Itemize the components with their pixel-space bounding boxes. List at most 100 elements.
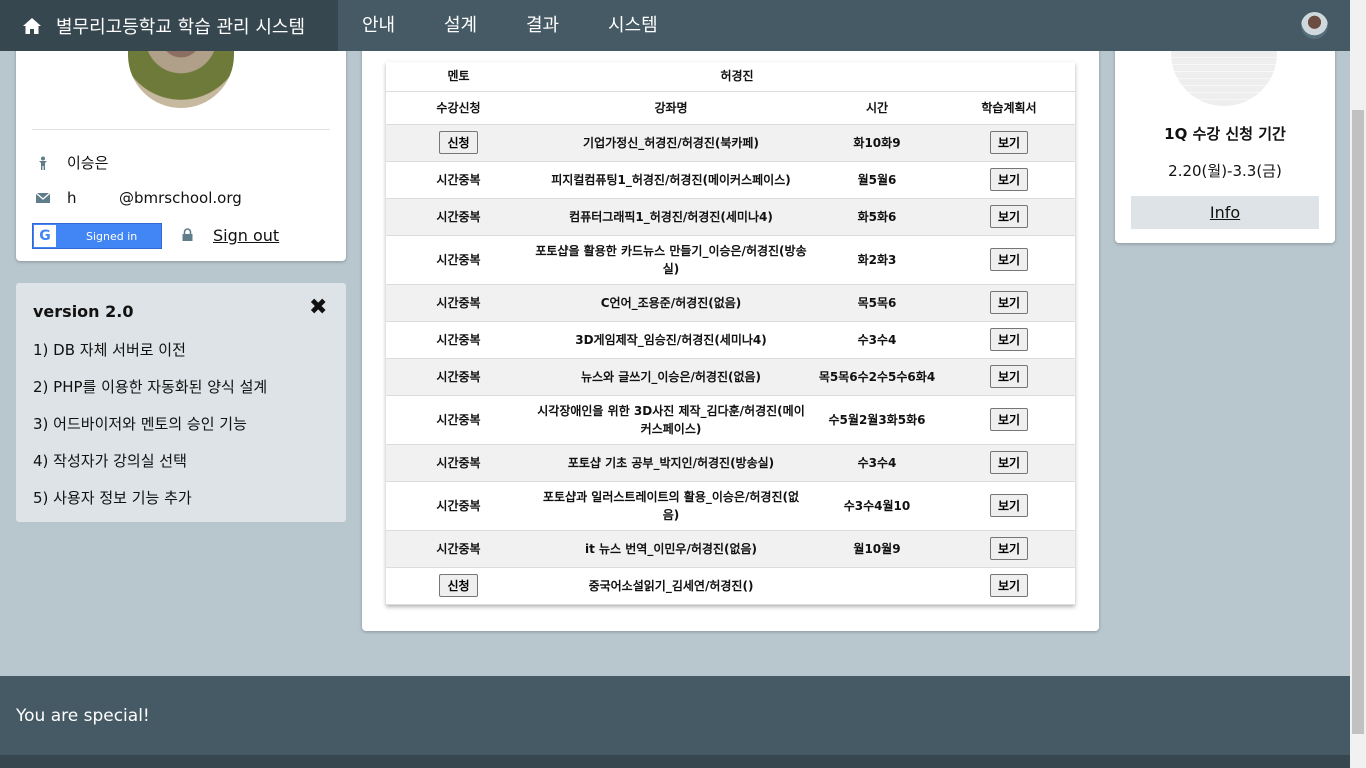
google-icon: G <box>34 225 56 247</box>
nav-item-system[interactable]: 시스템 <box>608 0 658 51</box>
view-plan-button[interactable]: 보기 <box>989 537 1029 560</box>
mentor-label: 멘토 <box>386 62 531 92</box>
course-time: 월10월9 <box>811 530 943 568</box>
view-plan-button[interactable]: 보기 <box>989 408 1029 431</box>
table-row: 신청 중국어소설읽기_김세연/허경진() 보기 <box>386 567 1075 605</box>
home-icon <box>23 17 41 34</box>
profile-email-local: h <box>67 189 77 207</box>
course-name: 중국어소설읽기_김세연/허경진() <box>531 567 811 605</box>
course-time: 수5월2월3화5화6 <box>811 395 943 445</box>
version-item: 3) 어드바이저와 멘토의 승인 기능 <box>33 415 247 433</box>
course-name: 포토샵 기초 공부_박지인/허경진(방송실) <box>531 444 811 482</box>
nav-item-results[interactable]: 결과 <box>526 0 559 51</box>
enrollment-period-card: 1Q 수강 신청 기간 2.20(월)-3.3(금) Info <box>1115 20 1335 243</box>
course-name: 포토샵을 활용한 카드뉴스 만들기_이승은/허경진(방송실) <box>531 235 811 285</box>
table-row: 시간중복 피지컬컴퓨팅1_허경진/허경진(메이커스페이스) 월5월6 보기 <box>386 161 1075 199</box>
profile-email-domain: @bmrschool.org <box>119 189 242 207</box>
version-item: 1) DB 자체 서버로 이전 <box>33 341 186 359</box>
table-row: 시간중복 뉴스와 글쓰기_이승은/허경진(없음) 목5목6수2수5수6화4 보기 <box>386 358 1075 396</box>
table-row: 시간중복 포토샵 기초 공부_박지인/허경진(방송실) 수3수4 보기 <box>386 444 1075 482</box>
version-title: version 2.0 <box>33 302 134 321</box>
enroll-button[interactable]: 신청 <box>439 131 478 154</box>
enroll-button[interactable]: 신청 <box>439 574 478 597</box>
profile-card: 이승은 h @bmrschool.org G Signed in Sign ou… <box>16 20 346 261</box>
view-plan-button[interactable]: 보기 <box>989 131 1029 154</box>
person-icon <box>39 156 47 170</box>
course-time <box>811 567 943 605</box>
course-name: 피지컬컴퓨팅1_허경진/허경진(메이커스페이스) <box>531 161 811 199</box>
course-name: it 뉴스 번역_이민우/허경진(없음) <box>531 530 811 568</box>
brand-title: 별무리고등학교 학습 관리 시스템 <box>56 16 306 38</box>
header-course: 강좌명 <box>531 91 811 125</box>
table-row: 시간중복 it 뉴스 번역_이민우/허경진(없음) 월10월9 보기 <box>386 530 1075 568</box>
enroll-status: 시간중복 <box>386 481 531 531</box>
table-row: 시간중복 포토샵과 일러스트레이트의 활용_이승은/허경진(없음) 수3수4월10 보… <box>386 481 1075 531</box>
profile-name: 이승은 <box>67 154 109 172</box>
scrollbar-thumb[interactable] <box>1352 110 1364 734</box>
course-name: 컴퓨터그래픽1_허경진/허경진(세미나4) <box>531 198 811 236</box>
course-time: 화10화9 <box>811 124 943 162</box>
view-plan-button[interactable]: 보기 <box>989 365 1029 388</box>
google-signin-button[interactable]: G Signed in <box>32 223 162 249</box>
view-plan-button[interactable]: 보기 <box>989 291 1029 314</box>
course-time: 수3수4 <box>811 444 943 482</box>
enroll-status: 시간중복 <box>386 444 531 482</box>
divider <box>32 129 330 130</box>
view-plan-button[interactable]: 보기 <box>989 328 1029 351</box>
course-name: 시각장애인을 위한 3D사진 제작_김다훈/허경진(메이커스페이스) <box>531 395 811 445</box>
period-dates: 2.20(월)-3.3(금) <box>1168 162 1282 180</box>
table-row: 시간중복 컴퓨터그래픽1_허경진/허경진(세미나4) 화5화6 보기 <box>386 198 1075 236</box>
sign-out-link[interactable]: Sign out <box>213 226 279 245</box>
course-name: 기업가정신_허경진/허경진(북카페) <box>531 124 811 162</box>
enroll-status: 시간중복 <box>386 321 531 359</box>
google-signin-label: Signed in <box>86 229 138 243</box>
version-panel: version 2.0 ✖ 1) DB 자체 서버로 이전 2) PHP를 이용… <box>16 283 346 522</box>
lock-icon <box>182 228 193 241</box>
course-time: 화5화6 <box>811 198 943 236</box>
course-time: 목5목6 <box>811 284 943 322</box>
course-name: 3D게임제작_임승진/허경진(세미나4) <box>531 321 811 359</box>
enroll-status: 시간중복 <box>386 198 531 236</box>
table-row: 시간중복 3D게임제작_임승진/허경진(세미나4) 수3수4 보기 <box>386 321 1075 359</box>
footer: You are special! <box>0 676 1350 755</box>
course-time: 화2화3 <box>811 235 943 285</box>
course-time: 수3수4 <box>811 321 943 359</box>
close-icon[interactable]: ✖ <box>309 295 327 320</box>
info-link[interactable]: Info <box>1131 196 1319 229</box>
enroll-status: 시간중복 <box>386 235 531 285</box>
enroll-status: 시간중복 <box>386 161 531 199</box>
view-plan-button[interactable]: 보기 <box>989 205 1029 228</box>
course-name: 뉴스와 글쓰기_이승은/허경진(없음) <box>531 358 811 396</box>
profile-email-row: h @bmrschool.org <box>36 189 242 207</box>
enroll-status: 시간중복 <box>386 395 531 445</box>
course-time: 월5월6 <box>811 161 943 199</box>
course-time: 목5목6수2수5수6화4 <box>811 358 943 396</box>
table-row: 신청 기업가정신_허경진/허경진(북카페) 화10화9 보기 <box>386 124 1075 162</box>
version-item: 4) 작성자가 강의실 선택 <box>33 452 187 470</box>
enroll-status: 시간중복 <box>386 358 531 396</box>
brand-link[interactable]: 별무리고등학교 학습 관리 시스템 <box>0 0 338 51</box>
view-plan-button[interactable]: 보기 <box>989 451 1029 474</box>
enroll-status: 시간중복 <box>386 530 531 568</box>
user-avatar[interactable] <box>1301 12 1328 39</box>
table-row: 시간중복 시각장애인을 위한 3D사진 제작_김다훈/허경진(메이커스페이스) 수5… <box>386 395 1075 445</box>
table-row: 시간중복 포토샵을 활용한 카드뉴스 만들기_이승은/허경진(방송실) 화2화3 보기 <box>386 235 1075 285</box>
view-plan-button[interactable]: 보기 <box>989 574 1029 597</box>
nav-item-design[interactable]: 설계 <box>444 0 477 51</box>
enroll-status: 시간중복 <box>386 284 531 322</box>
view-plan-button[interactable]: 보기 <box>989 168 1029 191</box>
version-item: 2) PHP를 이용한 자동화된 양식 설계 <box>33 378 268 396</box>
view-plan-button[interactable]: 보기 <box>989 494 1029 517</box>
footer-bottom <box>0 755 1350 768</box>
version-item: 5) 사용자 정보 기능 추가 <box>33 489 192 507</box>
table-header-row: 수강신청 강좌명 시간 학습계획서 <box>386 91 1075 125</box>
header-enroll: 수강신청 <box>386 91 531 125</box>
course-table: 멘토 허경진 수강신청 강좌명 시간 학습계획서 신청 기업가정신_허경진/허경진… <box>386 62 1075 605</box>
view-plan-button[interactable]: 보기 <box>989 248 1029 271</box>
envelope-icon <box>36 192 50 203</box>
header-plan: 학습계획서 <box>943 91 1075 125</box>
scrollbar[interactable] <box>1350 0 1366 768</box>
nav-item-guide[interactable]: 안내 <box>362 0 395 51</box>
course-name: 포토샵과 일러스트레이트의 활용_이승은/허경진(없음) <box>531 481 811 531</box>
profile-name-row: 이승은 <box>36 152 108 173</box>
